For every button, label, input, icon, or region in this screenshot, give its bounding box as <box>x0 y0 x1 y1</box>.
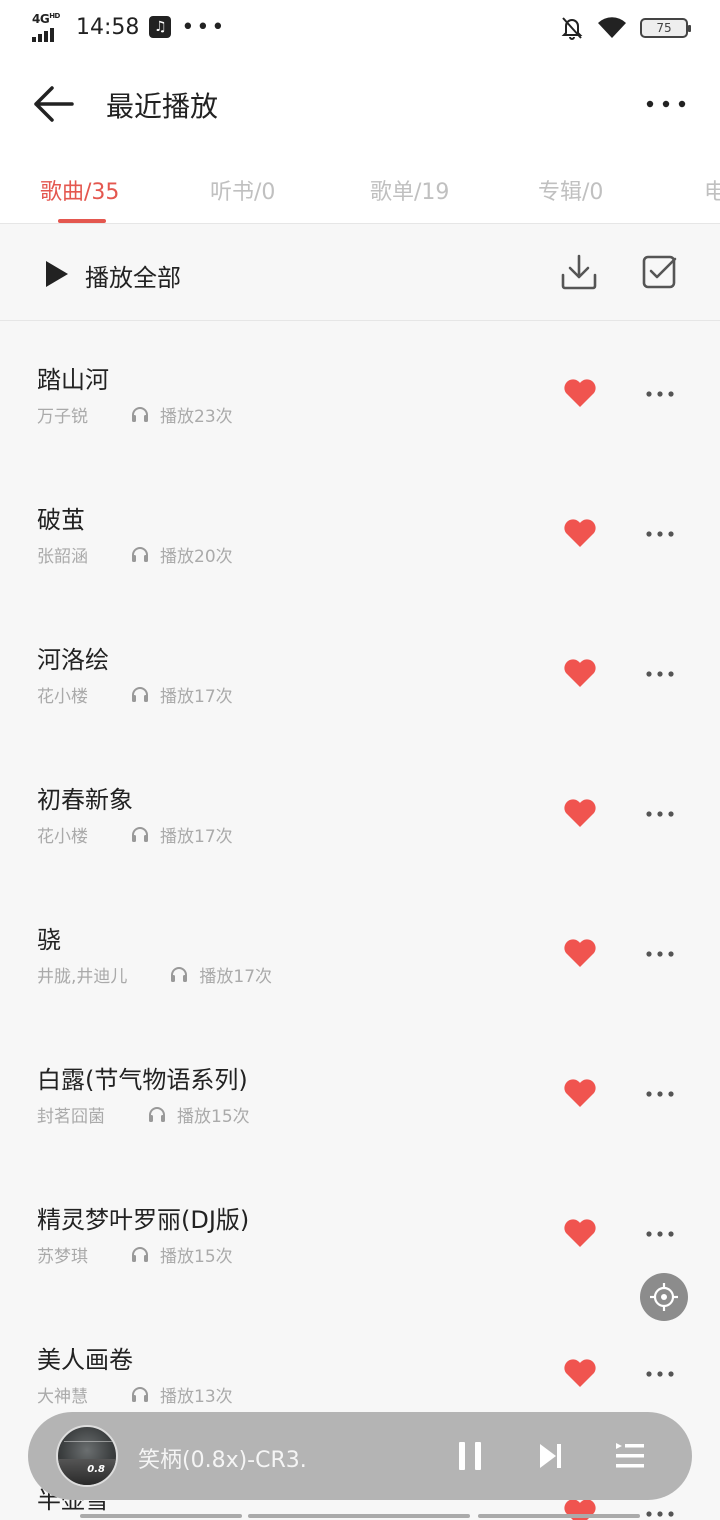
favorite-heart-icon[interactable] <box>563 658 597 688</box>
headphones-icon <box>132 407 148 422</box>
favorite-heart-icon[interactable] <box>563 1358 597 1388</box>
play-count: 播放15次 <box>160 1246 233 1267</box>
play-all-button[interactable]: 播放全部 <box>85 258 181 293</box>
headphones-icon <box>132 1247 148 1262</box>
more-notifications-icon: ••• <box>181 14 227 40</box>
play-count: 播放17次 <box>160 686 233 707</box>
song-more-icon[interactable] <box>645 1370 675 1378</box>
song-artist: 张韶涵 <box>37 546 88 567</box>
tab-songs[interactable]: 歌曲/35 <box>40 174 119 206</box>
now-playing-title: 笑柄(0.8x)-CR3. <box>138 1448 307 1473</box>
song-more-icon[interactable] <box>645 950 675 958</box>
headphones-icon <box>132 1387 148 1402</box>
song-row[interactable]: 初春新象 花小楼 播放17次 <box>0 742 720 882</box>
multi-select-icon[interactable] <box>642 255 678 289</box>
headphones-icon <box>132 827 148 842</box>
locate-current-song-button[interactable] <box>640 1273 688 1321</box>
song-artist: 花小楼 <box>37 686 88 707</box>
song-row[interactable]: 骁 井胧,井迪儿 播放17次 <box>0 882 720 1022</box>
pause-icon[interactable] <box>456 1440 484 1472</box>
page-title: 最近播放 <box>106 90 219 123</box>
back-arrow-icon[interactable] <box>30 82 76 126</box>
play-count: 播放23次 <box>160 406 233 427</box>
headphones-icon <box>171 967 188 982</box>
song-title: 白露(节气物语系列) <box>37 1066 248 1094</box>
song-title: 美人画卷 <box>37 1346 133 1374</box>
status-bar: 4GHD 14:58 ♫ ••• 75 <box>0 0 720 56</box>
song-more-icon[interactable] <box>645 810 675 818</box>
playlist-queue-icon[interactable] <box>614 1441 646 1471</box>
song-row[interactable]: 精灵梦叶罗丽(DJ版) 苏梦琪 播放15次 <box>0 1162 720 1302</box>
app-header: 最近播放 <box>0 56 720 152</box>
song-more-icon[interactable] <box>645 390 675 398</box>
song-row[interactable]: 破茧 张韶涵 播放20次 <box>0 462 720 602</box>
song-row[interactable]: 白露(节气物语系列) 封茗囧菌 播放15次 <box>0 1022 720 1162</box>
song-artist: 大神慧 <box>37 1386 88 1407</box>
song-more-icon[interactable] <box>645 1230 675 1238</box>
favorite-heart-icon[interactable] <box>563 798 597 828</box>
song-row[interactable]: 踏山河 万子锐 播放23次 <box>0 322 720 462</box>
play-all-icon[interactable] <box>44 259 70 289</box>
play-count: 播放15次 <box>177 1106 250 1127</box>
song-more-icon[interactable] <box>645 1090 675 1098</box>
song-title: 破茧 <box>37 506 85 534</box>
song-row[interactable]: 河洛绘 花小楼 播放17次 <box>0 602 720 742</box>
song-artist: 苏梦琪 <box>37 1246 88 1267</box>
category-tabs: 歌曲/35 听书/0 歌单/19 专辑/0 电 <box>0 152 720 224</box>
favorite-heart-icon[interactable] <box>563 518 597 548</box>
headphones-icon <box>132 687 148 702</box>
favorite-heart-icon[interactable] <box>563 938 597 968</box>
scroll-indicator <box>478 1514 640 1518</box>
scroll-indicator <box>80 1514 242 1518</box>
cover-speed-label: 0.8 <box>87 1464 105 1475</box>
more-options-icon[interactable] <box>644 90 688 118</box>
active-tab-indicator <box>58 219 106 223</box>
play-all-bar: 播放全部 <box>0 225 720 321</box>
tab-albums[interactable]: 专辑/0 <box>538 174 603 206</box>
song-artist: 封茗囧菌 <box>37 1106 105 1127</box>
tab-radio[interactable]: 电 <box>704 174 720 206</box>
headphones-icon <box>149 1107 165 1122</box>
song-more-icon[interactable] <box>645 1510 675 1518</box>
song-artist: 井胧,井迪儿 <box>37 966 128 987</box>
next-track-icon[interactable] <box>538 1441 564 1471</box>
album-cover[interactable]: 0.8 <box>56 1425 118 1487</box>
battery-icon: 75 <box>640 18 691 38</box>
song-artist: 万子锐 <box>37 406 88 427</box>
play-count: 播放17次 <box>199 966 273 987</box>
scroll-indicator <box>248 1514 470 1518</box>
play-count: 播放20次 <box>160 546 233 567</box>
tab-audiobooks[interactable]: 听书/0 <box>210 174 275 206</box>
song-artist: 花小楼 <box>37 826 88 847</box>
mute-bell-icon <box>561 17 583 40</box>
song-more-icon[interactable] <box>645 530 675 538</box>
music-notification-icon: ♫ <box>149 16 172 38</box>
favorite-heart-icon[interactable] <box>563 1078 597 1108</box>
locate-target-icon <box>650 1283 678 1311</box>
tab-playlists[interactable]: 歌单/19 <box>370 174 449 206</box>
song-title: 踏山河 <box>37 366 109 394</box>
wifi-icon <box>598 17 626 38</box>
favorite-heart-icon[interactable] <box>563 378 597 408</box>
favorite-heart-icon[interactable] <box>563 1218 597 1248</box>
song-title: 初春新象 <box>37 786 133 814</box>
play-count: 播放13次 <box>160 1386 233 1407</box>
status-time: 14:58 <box>76 14 140 40</box>
play-count: 播放17次 <box>160 826 233 847</box>
mini-player[interactable]: 0.8 笑柄(0.8x)-CR3. <box>28 1412 692 1500</box>
song-title: 骁 <box>37 926 61 954</box>
song-title: 河洛绘 <box>37 646 109 674</box>
headphones-icon <box>132 547 148 562</box>
song-more-icon[interactable] <box>645 670 675 678</box>
download-icon[interactable] <box>559 253 599 291</box>
song-title: 精灵梦叶罗丽(DJ版) <box>37 1206 250 1234</box>
cellular-signal-icon: 4GHD <box>32 12 66 42</box>
